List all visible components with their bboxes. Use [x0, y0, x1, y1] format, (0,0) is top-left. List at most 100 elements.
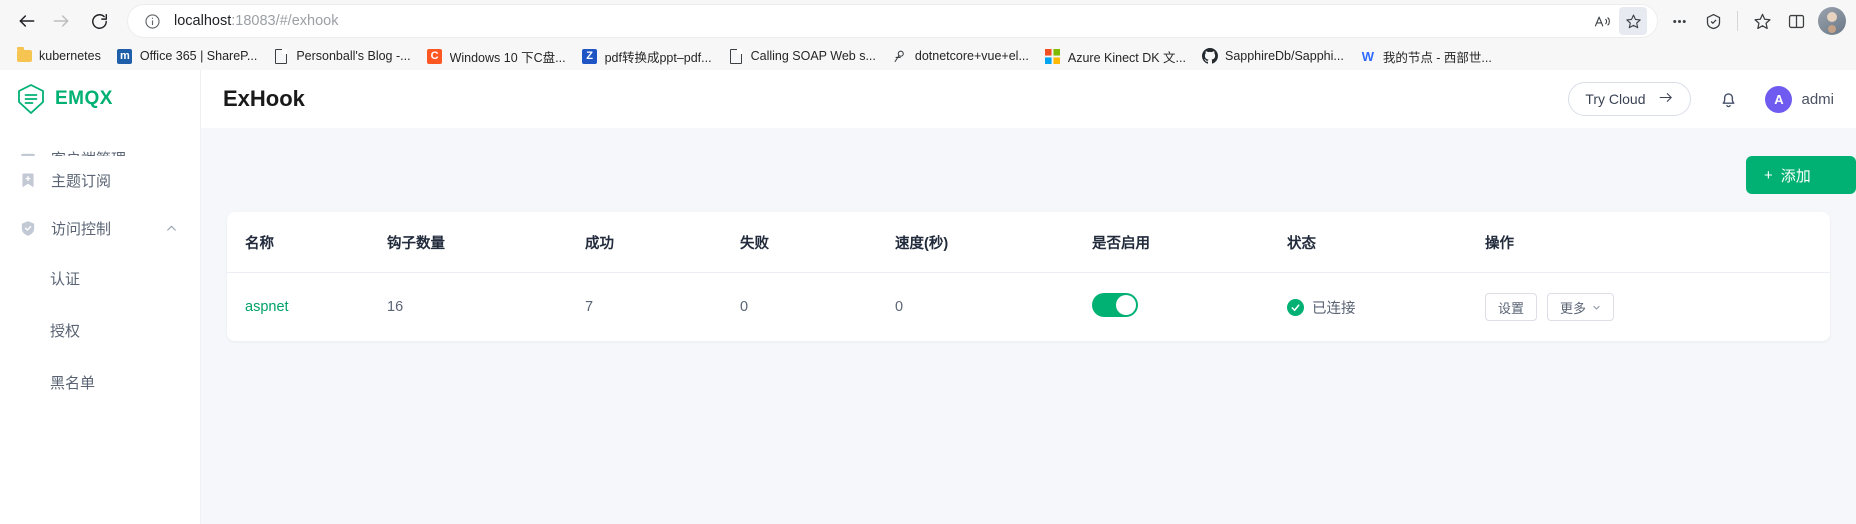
- cell-speed: 0: [895, 299, 904, 315]
- sidebar-item-label: 主题订阅: [51, 172, 112, 190]
- bookmark-item[interactable]: C Windows 10 下C盘...: [419, 44, 574, 68]
- chevron-up-icon[interactable]: [165, 222, 178, 235]
- table-card: 名称 钩子数量 成功 失败 速度(秒) 是否启用 状态 操作 aspnet 16…: [227, 212, 1830, 341]
- favorite-icon[interactable]: [1619, 7, 1647, 35]
- bookmarks-bar: kubernetes m Office 365 | ShareP... Pers…: [0, 42, 1856, 70]
- page-icon: [273, 48, 289, 64]
- microsoft-icon: [1045, 48, 1061, 64]
- column-header-speed[interactable]: 速度(秒): [895, 212, 1092, 273]
- reload-button[interactable]: [82, 4, 116, 38]
- sidebar-subitem-authorization[interactable]: 授权: [0, 304, 200, 356]
- settings-button-label: 设置: [1498, 300, 1525, 316]
- bookmark-label: Calling SOAP Web s...: [750, 49, 876, 63]
- add-button-label: 添加: [1780, 167, 1811, 185]
- bookmark-item[interactable]: Z pdf转换成ppt–pdf...: [574, 44, 720, 68]
- column-header-name[interactable]: 名称: [227, 212, 387, 273]
- emqx-logo-icon: [16, 83, 46, 115]
- cell-ops: 设置 更多: [1485, 273, 1830, 342]
- app-header: ExHook Try Cloud A admi: [201, 70, 1856, 128]
- user-menu[interactable]: A admi: [1765, 85, 1834, 113]
- bookmark-item[interactable]: kubernetes: [8, 44, 109, 68]
- sidebar-subitem-label: 授权: [50, 322, 81, 340]
- subscriptions-icon: [18, 170, 38, 190]
- try-cloud-button[interactable]: Try Cloud: [1568, 82, 1692, 116]
- read-aloud-icon[interactable]: [1589, 7, 1617, 35]
- cnblogs-icon: C: [427, 48, 443, 64]
- bookmark-label: 我的节点 - 西部世...: [1382, 50, 1492, 65]
- collections-icon[interactable]: [1663, 5, 1695, 37]
- bookmark-label: Office 365 | ShareP...: [139, 49, 258, 63]
- segmentfault-icon: [892, 48, 908, 64]
- page-body: EMQX 客户端管理 主题订阅: [0, 70, 1856, 524]
- more-button[interactable]: 更多: [1547, 293, 1615, 321]
- profile-avatar[interactable]: [1818, 7, 1846, 35]
- favorites-icon[interactable]: [1746, 5, 1778, 37]
- clients-icon: [18, 149, 38, 156]
- bookmark-label: Azure Kinect DK 文...: [1067, 50, 1186, 65]
- bookmark-item[interactable]: Calling SOAP Web s...: [720, 44, 884, 68]
- cell-failure: 0: [740, 299, 749, 315]
- exhook-table: 名称 钩子数量 成功 失败 速度(秒) 是否启用 状态 操作 aspnet 16…: [227, 212, 1830, 341]
- zhihu-icon: Z: [582, 48, 598, 64]
- bookmark-label: kubernetes: [39, 49, 101, 63]
- sidebar-item-subscriptions[interactable]: 主题订阅: [0, 156, 200, 204]
- column-header-enabled[interactable]: 是否启用: [1092, 212, 1287, 273]
- bookmark-item[interactable]: Personball's Blog -...: [265, 44, 418, 68]
- sidebar-subitem-label: 黑名单: [50, 374, 96, 392]
- url-text[interactable]: localhost:18083/#/exhook: [174, 13, 1589, 29]
- column-header-status[interactable]: 状态: [1287, 212, 1485, 273]
- sidebar-subitem-authentication[interactable]: 认证: [0, 252, 200, 304]
- user-name: admi: [1801, 90, 1834, 108]
- browser-toolbar-actions: [1663, 5, 1846, 37]
- plus-icon: +: [1764, 166, 1773, 184]
- table-header-row: 名称 钩子数量 成功 失败 速度(秒) 是否启用 状态 操作: [227, 212, 1830, 273]
- column-header-success[interactable]: 成功: [585, 212, 740, 273]
- sidebar: EMQX 客户端管理 主题订阅: [0, 70, 201, 524]
- browser-toolbar: localhost:18083/#/exhook: [0, 0, 1856, 42]
- browser-essentials-icon[interactable]: [1697, 5, 1729, 37]
- forward-button[interactable]: [44, 4, 78, 38]
- browser-chrome: localhost:18083/#/exhook kubernetes m Of…: [0, 0, 1856, 70]
- address-bar[interactable]: localhost:18083/#/exhook: [128, 5, 1657, 37]
- cell-success: 7: [585, 299, 594, 315]
- try-cloud-label: Try Cloud: [1585, 91, 1646, 107]
- check-circle-icon: [1287, 298, 1304, 316]
- table-body: aspnet 16 7 0 0 已连接 设置 更多: [227, 273, 1830, 342]
- arrow-right-icon: [1658, 91, 1674, 107]
- bell-icon[interactable]: [1715, 86, 1741, 112]
- main-area: ExHook Try Cloud A admi + 添加 名称 钩子数量 成功 …: [201, 70, 1856, 524]
- bookmark-label: Windows 10 下C盘...: [449, 50, 566, 65]
- column-header-hooks[interactable]: 钩子数量: [387, 212, 585, 273]
- column-header-failure[interactable]: 失败: [740, 212, 895, 273]
- bookmark-item[interactable]: Azure Kinect DK 文...: [1037, 44, 1194, 68]
- sidebar-item-access-control[interactable]: 访问控制: [0, 204, 200, 252]
- toolbar-divider: [1737, 11, 1738, 31]
- bookmark-label: pdf转换成ppt–pdf...: [604, 50, 712, 65]
- bookmark-item[interactable]: dotnetcore+vue+el...: [884, 44, 1037, 68]
- table-head: 名称 钩子数量 成功 失败 速度(秒) 是否启用 状态 操作: [227, 212, 1830, 273]
- more-button-label: 更多: [1560, 300, 1587, 316]
- cell-enabled: [1092, 273, 1287, 342]
- column-header-ops[interactable]: 操作: [1485, 212, 1830, 273]
- add-button[interactable]: + 添加: [1746, 156, 1856, 194]
- back-button[interactable]: [10, 4, 44, 38]
- bookmark-item[interactable]: W 我的节点 - 西部世...: [1352, 44, 1500, 68]
- bookmark-label: Personball's Blog -...: [296, 49, 411, 63]
- cell-hooks: 16: [387, 299, 404, 315]
- sidebar-item-clients[interactable]: 客户端管理: [0, 130, 200, 156]
- content-toolbar: + 添加: [227, 128, 1856, 212]
- brand-logo[interactable]: EMQX: [0, 70, 200, 128]
- bookmark-item[interactable]: m Office 365 | ShareP...: [109, 44, 265, 68]
- settings-button[interactable]: 设置: [1485, 293, 1538, 321]
- exhook-name-link[interactable]: aspnet: [245, 299, 289, 315]
- status-badge: 已连接: [1287, 297, 1485, 318]
- split-screen-icon[interactable]: [1780, 5, 1812, 37]
- enable-toggle[interactable]: [1092, 293, 1138, 317]
- omnibox-actions: [1589, 7, 1647, 35]
- site-info-icon[interactable]: [142, 11, 162, 31]
- bookmark-item[interactable]: SapphireDb/Sapphi...: [1194, 44, 1352, 68]
- avatar: A: [1765, 85, 1793, 113]
- sidebar-subitem-blacklist[interactable]: 黑名单: [0, 356, 200, 408]
- sidebar-item-label: 访问控制: [51, 220, 112, 238]
- table-row[interactable]: aspnet 16 7 0 0 已连接 设置 更多: [227, 273, 1830, 342]
